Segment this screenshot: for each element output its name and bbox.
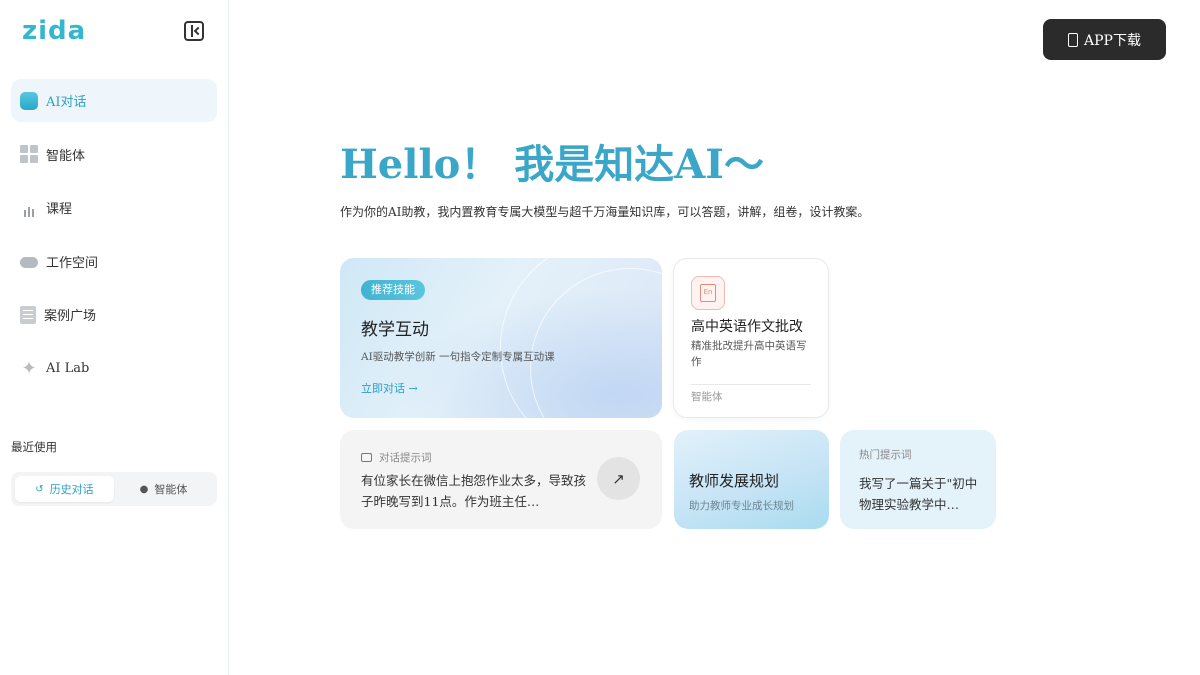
chat-bubble-icon <box>20 91 38 110</box>
hot-prompt-label: 热门提示词 <box>859 449 912 461</box>
start-chat-link[interactable]: 立即对话 → <box>361 380 418 396</box>
recommended-badge: 推荐技能 <box>361 280 425 300</box>
page-subtitle: 作为你的AI助教，我内置教育专属大模型与超千万海量知识库，可以答题，讲解，组卷，… <box>340 205 870 219</box>
arrow-up-right-icon[interactable]: ↗ <box>597 457 640 500</box>
sidebar-item-label: 课程 <box>46 202 73 217</box>
agent-tag: 智能体 <box>691 391 723 403</box>
tab-label: 智能体 <box>154 483 188 496</box>
card-title: 教师发展规划 <box>689 472 780 490</box>
card-description: 助力教师专业成长规划 <box>689 500 794 512</box>
divider <box>691 384 811 385</box>
essay-document-icon: En <box>691 276 725 310</box>
teacher-development-card[interactable]: 教师发展规划 助力教师专业成长规划 <box>674 430 829 529</box>
hot-prompt-card[interactable]: 热门提示词 我写了一篇关于"初中物理实验教学中… <box>840 430 996 529</box>
sidebar-item-agents[interactable]: 智能体 <box>11 133 217 176</box>
sidebar: zida AI对话 智能体 课程 工作空间 案例广场 ✦ AI Lab 最近使用 <box>0 0 229 675</box>
card-title: 高中英语作文批改 <box>691 319 803 335</box>
card-title: 教学互动 <box>361 320 429 340</box>
recent-tabs: ↺ 历史对话 ● 智能体 <box>11 472 217 506</box>
card-description: 精准批改提升高中英语写作 <box>691 340 807 368</box>
collapse-sidebar-icon[interactable] <box>184 21 204 41</box>
phone-icon <box>1068 32 1079 47</box>
sparkle-icon: ✦ <box>21 357 37 379</box>
sidebar-item-label: 智能体 <box>46 148 86 164</box>
tab-history[interactable]: ↺ 历史对话 <box>15 476 114 502</box>
sidebar-item-label: 工作空间 <box>46 255 99 271</box>
prompt-label-text: 对话提示词 <box>379 452 432 464</box>
tab-label: 历史对话 <box>49 483 94 496</box>
agent-icon: ● <box>139 483 149 495</box>
sidebar-item-workspace[interactable]: 工作空间 <box>11 240 217 283</box>
hot-prompt-text: 我写了一篇关于"初中物理实验教学中… <box>859 476 978 512</box>
tab-agents[interactable]: ● 智能体 <box>114 476 213 502</box>
chat-prompt-card[interactable]: 对话提示词 有位家长在微信上抱怨作业太多，导致孩子昨晚写到11点。作为班主任… … <box>340 430 662 529</box>
sidebar-item-ai-chat[interactable]: AI对话 <box>11 79 217 122</box>
sidebar-nav: AI对话 智能体 课程 工作空间 案例广场 ✦ AI Lab <box>11 79 217 400</box>
document-list-icon <box>20 305 36 324</box>
teaching-interaction-card[interactable]: 推荐技能 教学互动 AI驱动教学创新 一句指令定制专属互动课 立即对话 → <box>340 258 662 418</box>
zida-logo[interactable]: zida <box>22 16 86 46</box>
sidebar-item-case-plaza[interactable]: 案例广场 <box>11 293 217 336</box>
sidebar-item-label: AI对话 <box>46 95 87 110</box>
sidebar-item-label: 案例广场 <box>44 309 97 324</box>
page-title: Hello！ 我是知达AI～ <box>340 141 764 188</box>
sidebar-item-ai-lab[interactable]: ✦ AI Lab <box>11 347 217 390</box>
prompt-label: 对话提示词 <box>361 450 432 465</box>
grid-icon <box>20 145 38 163</box>
app-download-button[interactable]: APP下载 <box>1043 19 1166 60</box>
sidebar-item-courses[interactable]: 课程 <box>11 186 217 229</box>
prompt-text: 有位家长在微信上抱怨作业太多，导致孩子昨晚写到11点。作为班主任… <box>361 473 587 509</box>
message-icon <box>361 453 372 462</box>
recent-usage-label: 最近使用 <box>11 440 57 454</box>
cloud-icon <box>20 257 38 268</box>
app-download-label: APP下载 <box>1084 32 1141 49</box>
course-bars-icon <box>20 199 38 217</box>
sidebar-item-label: AI Lab <box>46 360 90 376</box>
card-description: AI驱动教学创新 一句指令定制专属互动课 <box>361 351 555 363</box>
essay-correction-card[interactable]: En 高中英语作文批改 精准批改提升高中英语写作 智能体 <box>673 258 829 418</box>
history-icon: ↺ <box>35 483 44 495</box>
